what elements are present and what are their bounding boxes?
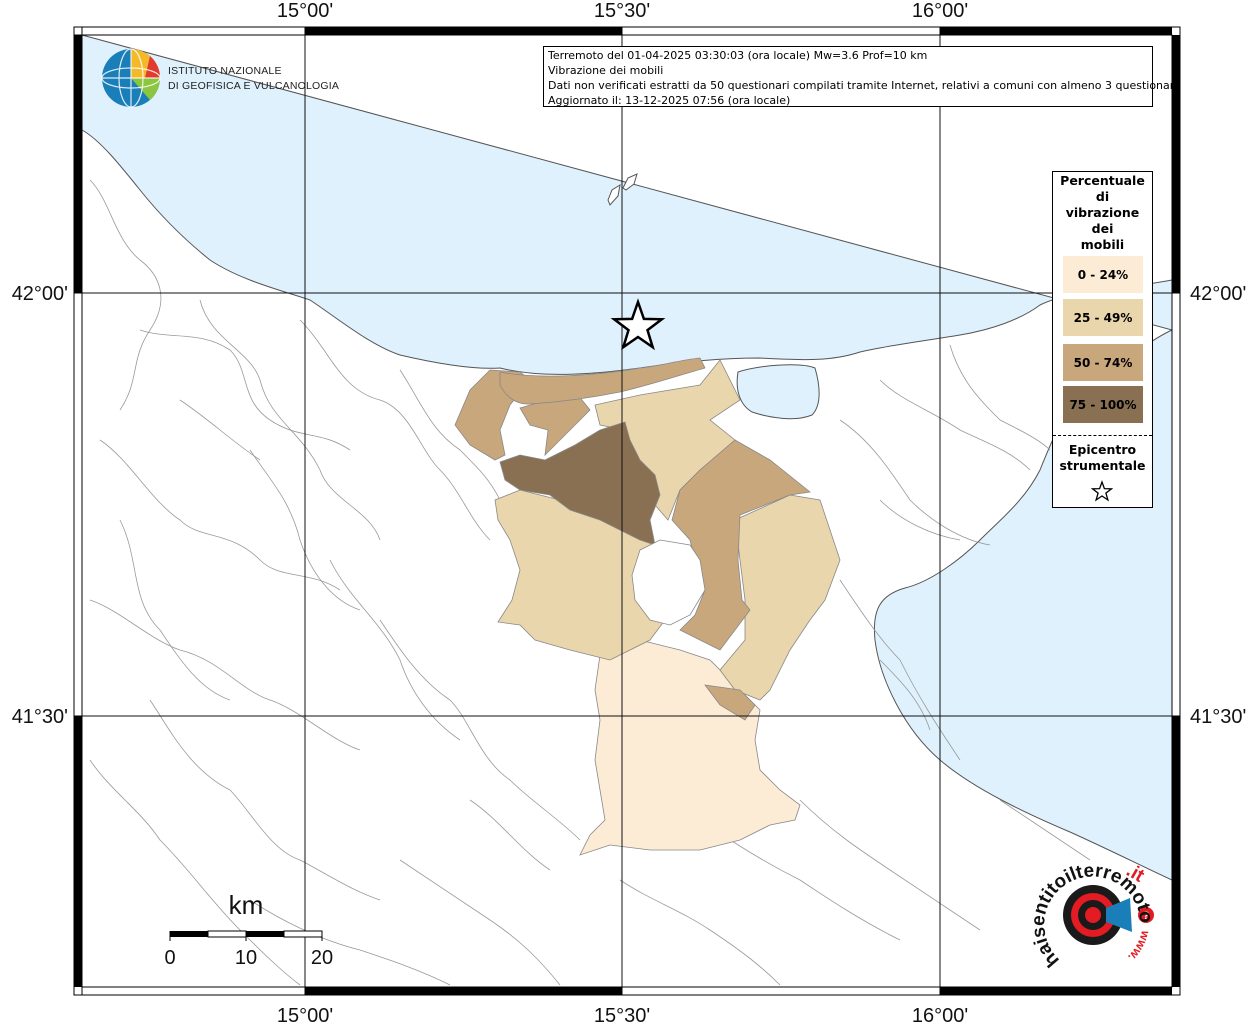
legend-star-icon (1091, 480, 1113, 502)
lat-label-left-4200: 42°00' (12, 283, 68, 305)
lon-label-top-1530: 15°30' (594, 0, 650, 22)
legend-title-line: mobili (1080, 237, 1125, 252)
institute-name-line1: ISTITUTO NAZIONALE (168, 65, 282, 77)
scale-unit: km (229, 890, 264, 920)
legend-title-line: vibrazione (1065, 205, 1140, 220)
legend-class-0-24: 0 - 24% (1063, 256, 1143, 293)
lon-label-bottom-1530: 15°30' (594, 1005, 650, 1024)
legend-epicenter-line: strumentale (1059, 458, 1146, 473)
legend-title-line: dei (1091, 221, 1114, 236)
scale-tick-20: 20 (311, 947, 333, 969)
legend-epicenter-line: Epicentro (1068, 442, 1137, 457)
updated-line: Aggiornato il: 13-12-2025 07:56 (ora loc… (548, 94, 791, 107)
legend-class-25-49: 25 - 49% (1063, 299, 1143, 336)
legend-title: Percentuale di vibrazione dei mobili (1053, 173, 1152, 253)
lon-label-top-1500: 15°00' (277, 0, 333, 22)
lon-label-bottom-1500: 15°00' (277, 1005, 333, 1024)
legend-title-line: di (1095, 189, 1110, 204)
event-info-box: Terremoto del 01-04-2025 03:30:03 (ora l… (543, 46, 1181, 107)
lon-label-bottom-1600: 16°00' (912, 1005, 968, 1024)
lat-label-right-4130: 41°30' (1190, 706, 1246, 728)
data-source-line: Dati non verificati estratti da 50 quest… (548, 79, 1181, 92)
lat-label-right-4200: 42°00' (1190, 283, 1246, 305)
scale-tick-10: 10 (235, 947, 257, 969)
legend-divider (1053, 435, 1152, 436)
legend-class-50-74: 50 - 74% (1063, 344, 1143, 381)
lat-label-left-4130: 41°30' (12, 706, 68, 728)
lake-varano (736, 364, 820, 420)
institute-name-line2: DI GEOFISICA E VULCANOLOGIA (168, 80, 339, 92)
event-line: Terremoto del 01-04-2025 03:30:03 (ora l… (548, 49, 928, 62)
scale-tick-0: 0 (164, 947, 175, 969)
subject-line: Vibrazione dei mobili (548, 64, 664, 77)
lon-label-top-1600: 16°00' (912, 0, 968, 22)
intensity-map: 15°00' 15°30' 16°00' 15°00' 15°30' 16°00… (12, 0, 1247, 1024)
legend-title-line: Percentuale (1060, 173, 1145, 188)
legend: Percentuale di vibrazione dei mobili 0 -… (1052, 171, 1153, 508)
legend-class-75-100: 75 - 100% (1063, 386, 1143, 423)
legend-epicenter-label: Epicentro strumentale (1053, 442, 1152, 474)
